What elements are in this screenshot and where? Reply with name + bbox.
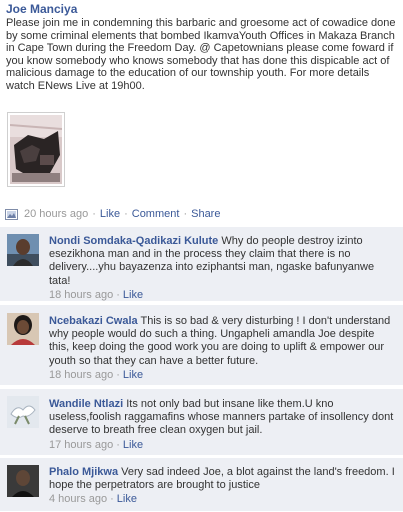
comment-meta: 17 hours ago · Like (49, 439, 397, 452)
avatar[interactable] (7, 396, 39, 428)
separator: · (116, 368, 120, 381)
comment-timestamp[interactable]: 18 hours ago (49, 369, 113, 381)
comment-item: Phalo Mjikwa Very sad indeed Joe, a blot… (0, 458, 403, 512)
separator: · (124, 208, 128, 220)
post-photo[interactable] (7, 112, 65, 187)
comment-timestamp[interactable]: 17 hours ago (49, 439, 113, 451)
comment-meta: 18 hours ago · Like (49, 289, 397, 302)
comment-body: Nondi Somdaka-Qadikazi Kulute Why do peo… (49, 235, 397, 302)
separator: · (92, 208, 96, 220)
comment-item: Ncebakazi Cwala This is so bad & very di… (0, 305, 403, 386)
comment-author-link[interactable]: Wandile Ntlazi (49, 398, 123, 410)
avatar[interactable] (7, 465, 39, 497)
post-author-link[interactable]: Joe Manciya (6, 2, 77, 16)
separator: · (116, 288, 120, 301)
separator: · (183, 208, 188, 220)
comment-author-link[interactable]: Phalo Mjikwa (49, 466, 118, 478)
comment-timestamp[interactable]: 18 hours ago (49, 289, 113, 301)
post-meta: 20 hours ago · Like · Comment · Share (5, 207, 220, 221)
photo-icon (5, 208, 18, 220)
comment-link[interactable]: Comment (132, 208, 180, 220)
share-link[interactable]: Share (191, 208, 220, 220)
separator: · (116, 438, 120, 451)
comment-meta: 4 hours ago · Like (49, 493, 397, 506)
post-message: Please join me in condemning this barbar… (6, 17, 396, 92)
comment-like-link[interactable]: Like (123, 439, 143, 451)
damaged-office-photo-image (10, 115, 62, 184)
comment-meta: 18 hours ago · Like (49, 369, 397, 382)
comment-body: Phalo Mjikwa Very sad indeed Joe, a blot… (49, 466, 397, 507)
comment-like-link[interactable]: Like (123, 369, 143, 381)
comment-like-link[interactable]: Like (117, 493, 137, 505)
comment-author-link[interactable]: Nondi Somdaka-Qadikazi Kulute (49, 235, 218, 247)
separator: · (110, 493, 114, 506)
post-timestamp[interactable]: 20 hours ago (24, 208, 88, 220)
comment-item: Nondi Somdaka-Qadikazi Kulute Why do peo… (0, 227, 403, 302)
comments-list: Nondi Somdaka-Qadikazi Kulute Why do peo… (0, 227, 403, 512)
comment-author-link[interactable]: Ncebakazi Cwala (49, 315, 138, 327)
comment-like-link[interactable]: Like (123, 289, 143, 301)
like-link[interactable]: Like (100, 208, 120, 220)
comment-item: Wandile Ntlazi Its not only bad but insa… (0, 389, 403, 456)
comment-timestamp[interactable]: 4 hours ago (49, 493, 107, 505)
comment-body: Ncebakazi Cwala This is so bad & very di… (49, 315, 397, 382)
comment-body: Wandile Ntlazi Its not only bad but insa… (49, 398, 397, 452)
avatar[interactable] (7, 313, 39, 345)
avatar[interactable] (7, 234, 39, 266)
